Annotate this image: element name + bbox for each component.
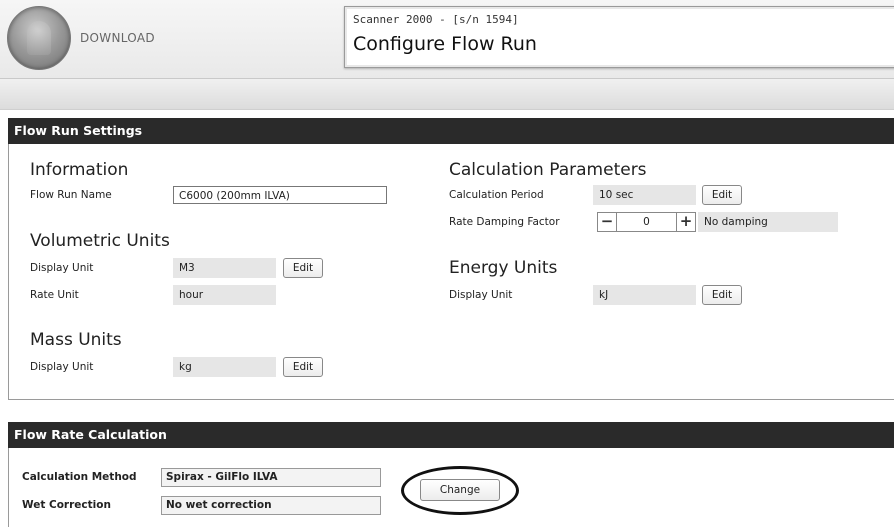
flow-run-name-input[interactable]: C6000 (200mm ILVA) (173, 186, 387, 204)
wet-correction-label: Wet Correction (22, 499, 111, 511)
decrement-button[interactable]: − (598, 213, 617, 231)
volumetric-display-unit-value: M3 (173, 258, 276, 278)
download-icon[interactable] (7, 6, 71, 70)
flow-run-name-label: Flow Run Name (30, 189, 112, 201)
volumetric-display-unit-edit-button[interactable]: Edit (283, 258, 323, 278)
calculation-method-label: Calculation Method (22, 471, 137, 483)
rate-damping-stepper[interactable]: − 0 + (597, 212, 696, 232)
toolbar-strip (0, 79, 894, 110)
energy-units-heading: Energy Units (449, 258, 558, 278)
increment-button[interactable]: + (676, 213, 695, 231)
information-heading: Information (30, 160, 129, 180)
volumetric-units-heading: Volumetric Units (30, 231, 170, 251)
rate-damping-note: No damping (698, 212, 838, 232)
calculation-period-value: 10 sec (593, 185, 696, 205)
calculation-method-value: Spirax - GilFlo ILVA (161, 468, 381, 487)
mass-display-unit-label: Display Unit (30, 361, 94, 373)
highlight-circle (401, 466, 519, 515)
calculation-period-label: Calculation Period (449, 189, 544, 201)
top-bar: DOWNLOAD Scanner 2000 - [s/n 1594] Confi… (0, 0, 894, 79)
energy-display-unit-label: Display Unit (449, 289, 513, 301)
device-label: Scanner 2000 - [s/n 1594] (353, 13, 519, 26)
title-box: Scanner 2000 - [s/n 1594] Configure Flow… (344, 6, 894, 68)
flow-rate-calculation-header: Flow Rate Calculation (8, 422, 894, 448)
rate-unit-value: hour (173, 285, 276, 305)
energy-display-unit-value: kJ (593, 285, 696, 305)
rate-damping-label: Rate Damping Factor (449, 216, 560, 228)
calculation-period-edit-button[interactable]: Edit (702, 185, 742, 205)
wet-correction-value: No wet correction (161, 496, 381, 515)
mass-display-unit-value: kg (173, 357, 276, 377)
energy-display-unit-edit-button[interactable]: Edit (702, 285, 742, 305)
rate-unit-label: Rate Unit (30, 289, 79, 301)
page-title: Configure Flow Run (353, 33, 537, 55)
mass-display-unit-edit-button[interactable]: Edit (283, 357, 323, 377)
flow-run-settings-header: Flow Run Settings (8, 118, 894, 144)
rate-damping-value[interactable]: 0 (617, 213, 676, 231)
calculation-parameters-heading: Calculation Parameters (449, 160, 647, 180)
mass-units-heading: Mass Units (30, 330, 122, 350)
download-label[interactable]: DOWNLOAD (80, 31, 155, 45)
volumetric-display-unit-label: Display Unit (30, 262, 94, 274)
flow-run-settings-panel: Information Flow Run Name C6000 (200mm I… (8, 144, 894, 400)
